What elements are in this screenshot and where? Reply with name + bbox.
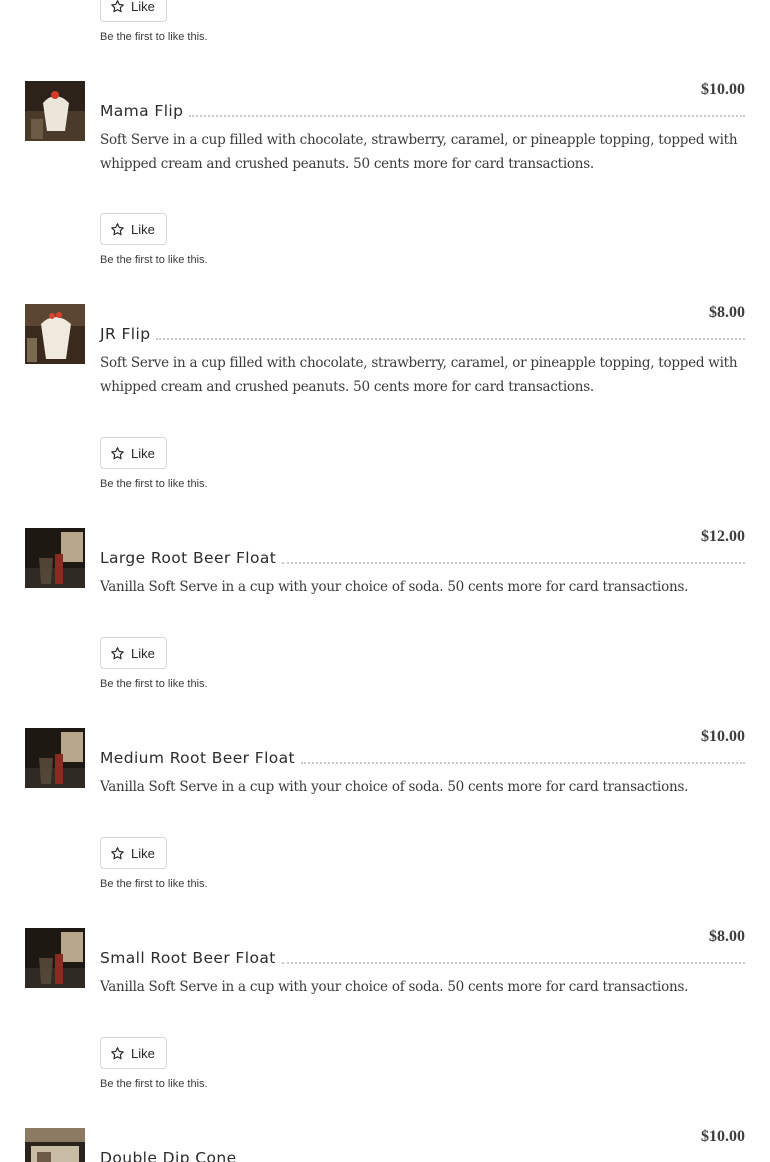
like-label: Like [131,1045,155,1061]
like-button[interactable]: Like [100,213,167,245]
dotted-leader [301,762,745,764]
first-like-text: Be the first to like this. [100,1078,208,1090]
star-icon [111,646,124,659]
first-like-text: Be the first to like this. [100,678,208,690]
like-label: Like [131,645,155,661]
dotted-leader [281,962,745,964]
menu-item: $8.00 Small Root Beer Float Vanilla Soft… [0,928,770,1128]
item-title: Medium Root Beer Float [100,749,296,767]
item-title: JR Flip [100,325,151,343]
item-thumbnail[interactable] [25,304,85,364]
dotted-leader [282,562,745,564]
like-button[interactable]: Like [100,437,167,469]
menu-item: $10.00 Double Dip Cone [0,1128,770,1162]
star-icon [111,846,124,859]
like-button[interactable]: Like [100,0,167,22]
first-like-text: Be the first to like this. [100,478,208,490]
star-icon [111,446,124,459]
menu-item: $10.00 Mama Flip Soft Serve in a cup fil… [0,81,770,305]
item-title: Large Root Beer Float [100,549,277,567]
star-icon [111,1046,124,1059]
dotted-leader [189,115,745,117]
like-button[interactable]: Like [100,637,167,669]
item-thumbnail[interactable] [25,1128,85,1162]
item-title: Double Dip Cone [100,1149,237,1162]
item-price: $10.00 [701,728,745,745]
item-title: Small Root Beer Float [100,949,276,967]
menu-item: $12.00 Large Root Beer Float Vanilla Sof… [0,528,770,728]
star-icon [111,0,124,12]
item-thumbnail[interactable] [25,528,85,588]
item-description: Vanilla Soft Serve in a cup with your ch… [100,779,689,795]
item-title: Mama Flip [100,102,184,120]
first-like-text: Be the first to like this. [100,31,208,43]
item-description: Vanilla Soft Serve in a cup with your ch… [100,979,689,995]
item-price: $8.00 [709,304,745,321]
like-button[interactable]: Like [100,837,167,869]
item-price: $8.00 [709,928,745,945]
item-thumbnail[interactable] [25,928,85,988]
like-label: Like [131,0,155,14]
star-icon [111,222,124,235]
dotted-leader [156,338,745,340]
like-label: Like [131,221,155,237]
like-button[interactable]: Like [100,1037,167,1069]
item-price: $12.00 [701,528,745,545]
item-price: $10.00 [701,1128,745,1145]
item-price: $10.00 [701,81,745,98]
first-like-text: Be the first to like this. [100,254,208,266]
item-description: Soft Serve in a cup filled with chocolat… [100,132,738,172]
item-description: Soft Serve in a cup filled with chocolat… [100,355,738,395]
item-description: Vanilla Soft Serve in a cup with your ch… [100,579,689,595]
menu-item: $8.00 JR Flip Soft Serve in a cup filled… [0,304,770,528]
item-thumbnail[interactable] [25,728,85,788]
first-like-text: Be the first to like this. [100,878,208,890]
like-label: Like [131,445,155,461]
item-thumbnail[interactable] [25,81,85,141]
like-label: Like [131,845,155,861]
menu-item: $10.00 Medium Root Beer Float Vanilla So… [0,728,770,928]
